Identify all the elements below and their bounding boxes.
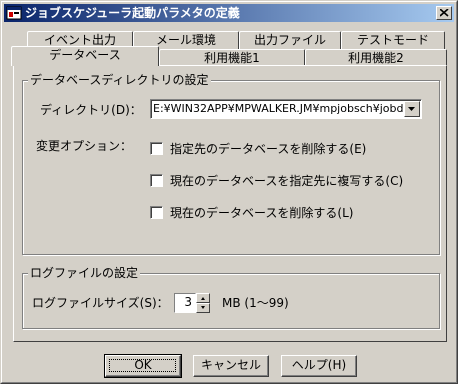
delete-current-db-checkbox[interactable] xyxy=(150,206,163,219)
dialog-window: ジョブスケジューラ起動パラメタの定義 イベント出力 メール環境 出力ファイル テ… xyxy=(0,0,458,384)
close-x-icon xyxy=(440,9,449,17)
spin-up-icon xyxy=(201,297,205,300)
change-options-label: 変更オプション： xyxy=(36,139,133,153)
help-button[interactable]: ヘルプ(H) xyxy=(281,355,357,377)
log-size-spin-down[interactable] xyxy=(196,303,210,313)
log-size-input[interactable]: 3 xyxy=(174,293,196,313)
copy-db-to-target-checkbox[interactable] xyxy=(150,174,163,187)
tab-panel-database: データベースディレクトリの設定 ディレクトリ(D)： E:¥WIN32APP¥M… xyxy=(13,65,447,342)
close-button[interactable] xyxy=(436,6,452,20)
chevron-down-icon xyxy=(408,107,415,111)
log-group-legend: ログファイルの設定 xyxy=(28,266,141,280)
window-app-icon xyxy=(6,6,22,20)
tab-output-file[interactable]: 出力ファイル xyxy=(239,31,341,49)
tab-test-mode[interactable]: テストモード xyxy=(341,31,445,49)
spin-down-icon xyxy=(201,306,205,309)
log-size-spin-up[interactable] xyxy=(196,293,210,303)
directory-value: E:¥WIN32APP¥MPWALKER.JM¥mpjobsch¥jobdb xyxy=(153,102,411,115)
directory-dropdown-button[interactable] xyxy=(404,101,420,117)
log-size-label: ログファイルサイズ(S)： xyxy=(32,296,169,310)
delete-current-db-label[interactable]: 現在のデータベースを削除する(L) xyxy=(170,206,353,220)
window-title: ジョブスケジューラ起動パラメタの定義 xyxy=(25,6,240,20)
cancel-button[interactable]: キャンセル xyxy=(193,355,269,377)
help-button-label: ヘルプ(H) xyxy=(291,358,347,372)
delete-target-db-checkbox[interactable] xyxy=(150,142,163,155)
delete-target-db-label[interactable]: 指定先のデータベースを削除する(E) xyxy=(170,142,366,156)
tab-feature-1[interactable]: 利用機能1 xyxy=(159,49,305,66)
title-bar[interactable]: ジョブスケジューラ起動パラメタの定義 xyxy=(4,4,454,22)
cancel-button-label: キャンセル xyxy=(200,358,261,372)
ok-button[interactable]: OK xyxy=(104,354,182,378)
directory-label: ディレクトリ(D)： xyxy=(40,103,142,117)
directory-combobox[interactable]: E:¥WIN32APP¥MPWALKER.JM¥mpjobsch¥jobdb xyxy=(150,99,422,119)
tab-database[interactable]: データベース xyxy=(11,46,159,66)
log-size-unit: MB (1〜99) xyxy=(222,296,289,310)
copy-db-to-target-label[interactable]: 現在のデータベースを指定先に複写する(C) xyxy=(170,174,403,188)
db-group-legend: データベースディレクトリの設定 xyxy=(28,73,211,87)
tab-feature-2[interactable]: 利用機能2 xyxy=(305,49,447,66)
